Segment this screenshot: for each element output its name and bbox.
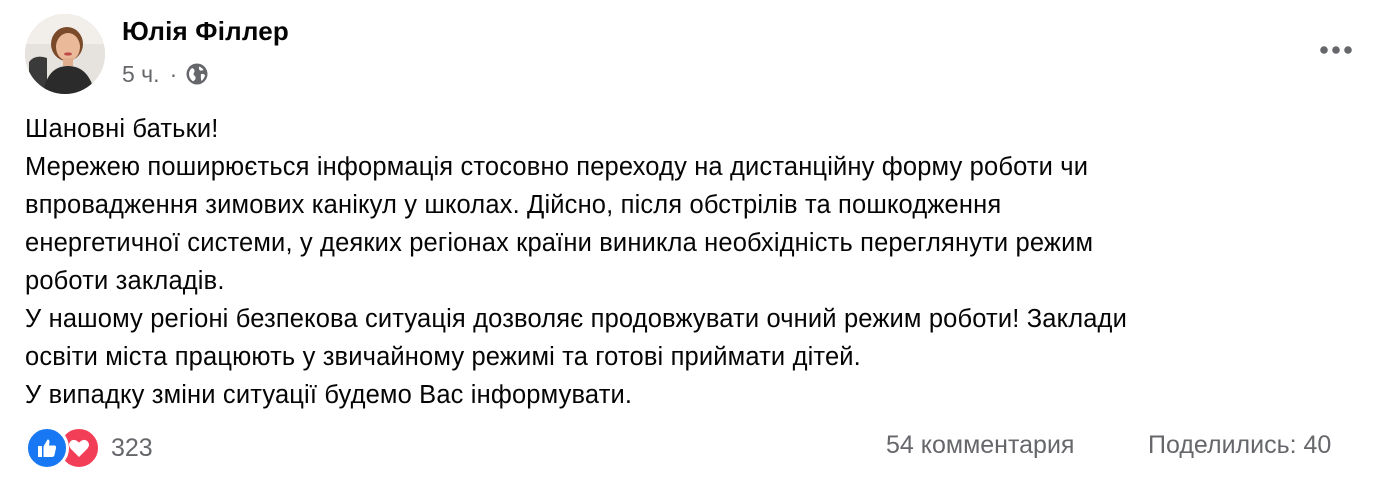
reaction-count: 323 [111, 433, 153, 462]
post-text-line: Мережею поширюється інформація стосовно … [25, 153, 1089, 181]
post-meta: 5 ч. · [122, 58, 209, 90]
post-text-line: У нашому регіоні безпекова ситуація дозв… [25, 305, 1127, 333]
post-text-line: енергетичної системи, у деяких регіонах … [25, 229, 1094, 257]
post-text-line: роботи закладів. [25, 267, 225, 295]
post-text-line: Шановні батьки! [25, 115, 219, 143]
shares-count-link[interactable]: Поделились: 40 [1148, 431, 1331, 460]
post-card: Юлія Філлер 5 ч. · Шановні батьки! Мереж… [0, 0, 1400, 488]
post-timestamp[interactable]: 5 ч. [122, 61, 160, 88]
more-options-button[interactable] [1312, 30, 1360, 70]
globe-icon[interactable] [185, 62, 209, 86]
avatar-photo [25, 14, 105, 94]
comments-count-link[interactable]: 54 комментария [886, 431, 1074, 460]
like-icon [25, 426, 69, 470]
author-avatar[interactable] [25, 14, 105, 94]
post-text: Шановні батьки! Мережею поширюється інфо… [25, 110, 1385, 414]
post-text-line: освіти міста працюють у звичайному режим… [25, 343, 861, 371]
reactions-summary[interactable]: 323 [25, 426, 153, 470]
post-text-line: впровадження зимових канікул у школах. Д… [25, 191, 1002, 219]
author-name[interactable]: Юлія Філлер [122, 16, 289, 47]
more-horizontal-icon [1320, 46, 1352, 54]
post-text-line: У випадку зміни ситуації будемо Вас інфо… [25, 381, 633, 409]
meta-separator: · [169, 60, 178, 87]
